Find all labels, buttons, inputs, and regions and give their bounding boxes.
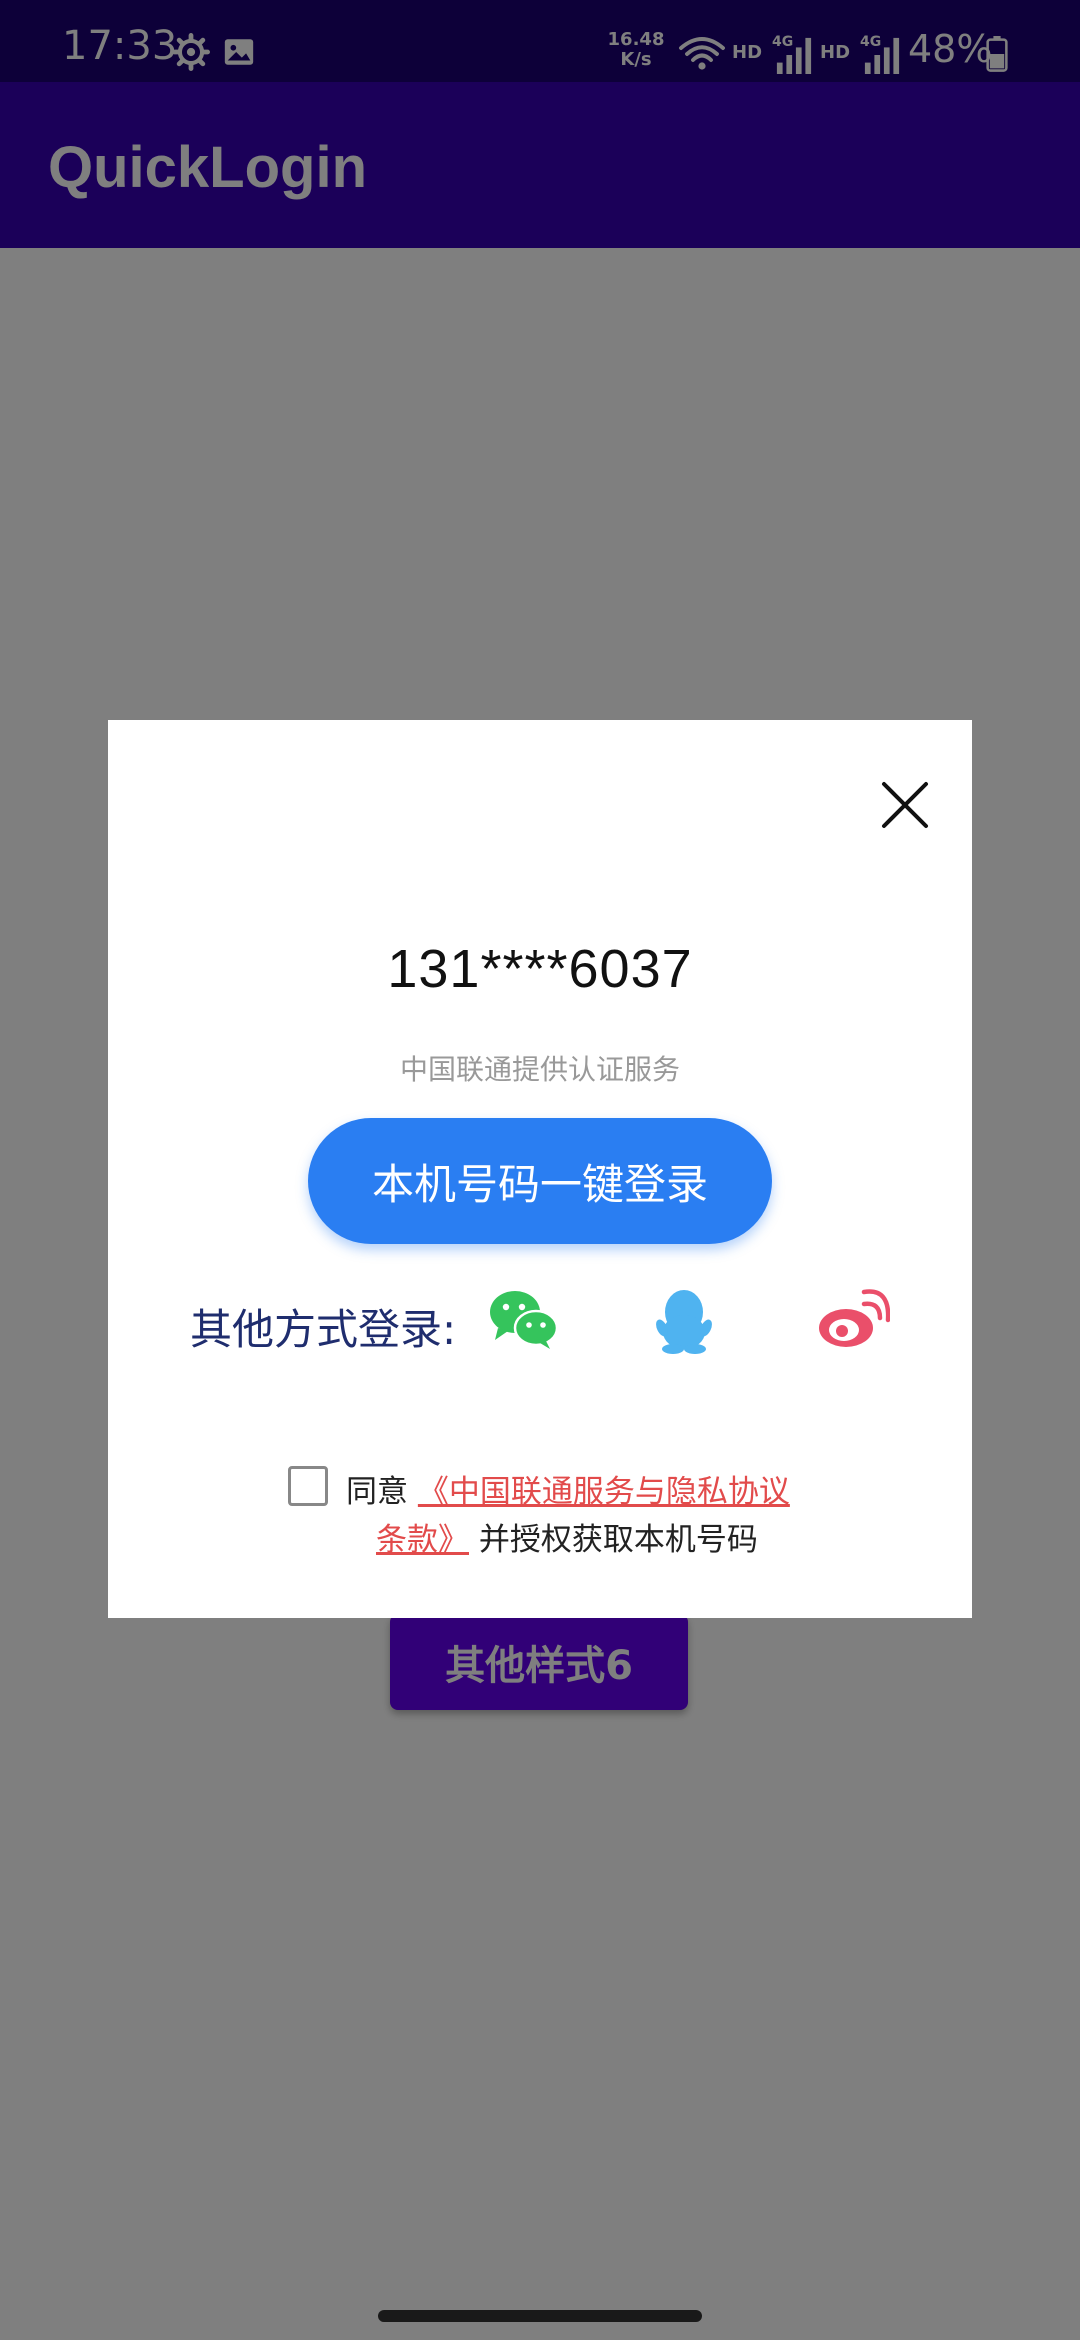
agreement-text-line1: 同意 《中国联通服务与隐私协议 — [346, 1466, 790, 1511]
masked-phone-number: 131****6037 — [387, 939, 693, 999]
one-click-login-button[interactable]: 本机号码一键登录 — [308, 1118, 772, 1244]
login-dialog: 131****6037 中国联通提供认证服务 本机号码一键登录 其他方式登录: — [108, 720, 972, 1618]
qq-icon[interactable] — [654, 1286, 714, 1354]
close-icon[interactable] — [870, 770, 940, 840]
privacy-terms-link[interactable]: 条款》 — [376, 1522, 469, 1558]
wechat-icon[interactable] — [488, 1288, 558, 1350]
weibo-icon[interactable] — [816, 1288, 890, 1350]
agreement-text-line2: 条款》 并授权获取本机号码 — [376, 1514, 758, 1559]
privacy-terms-link[interactable]: 《中国联通服务与隐私协议 — [418, 1474, 790, 1510]
screen: 17:33 16.48 K/s HD 4G — [0, 0, 1080, 2340]
carrier-service-text: 中国联通提供认证服务 — [399, 1053, 680, 1086]
agreement-checkbox[interactable] — [288, 1466, 328, 1506]
agreement-suffix: 并授权获取本机号码 — [469, 1522, 758, 1558]
agreement-prefix: 同意 — [346, 1474, 418, 1510]
other-login-methods-label: 其他方式登录: — [190, 1305, 457, 1354]
